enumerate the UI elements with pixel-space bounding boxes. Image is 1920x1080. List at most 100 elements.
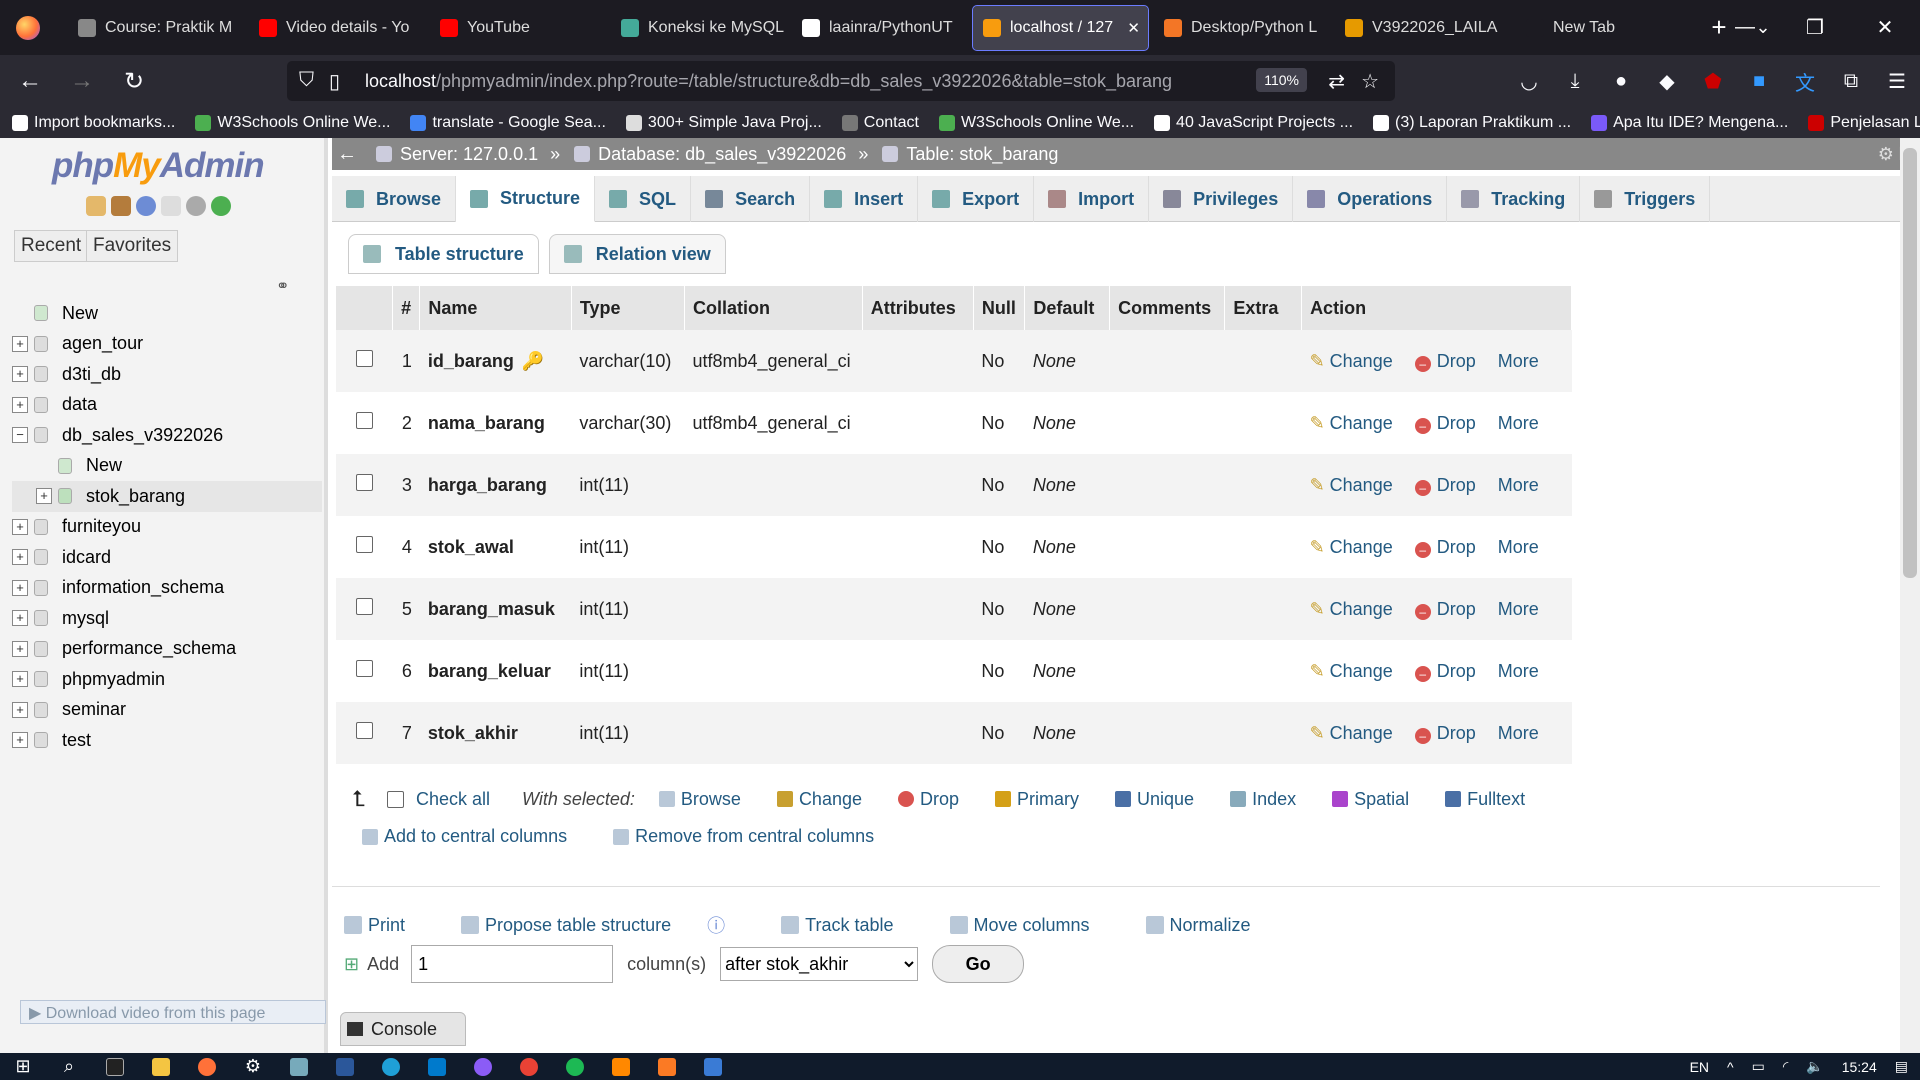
tree-item-label[interactable]: New <box>86 455 122 476</box>
bulk-index-link[interactable]: Index <box>1230 789 1296 810</box>
tab-browse[interactable]: Browse <box>332 176 457 222</box>
tree-item-label[interactable]: performance_schema <box>62 638 236 659</box>
change-link[interactable]: ✎ Change <box>1310 475 1393 495</box>
tree-item[interactable]: + d3ti_db <box>12 359 322 390</box>
bulk-fulltext-link[interactable]: Fulltext <box>1445 789 1525 810</box>
expand-plus-icon[interactable]: + <box>12 671 28 688</box>
drop-link[interactable]: – Drop <box>1414 413 1476 434</box>
windows-start-icon[interactable]: ⊞ <box>0 1053 46 1080</box>
app-icon[interactable] <box>690 1053 736 1080</box>
print-link[interactable]: Print <box>344 912 433 938</box>
battery-icon[interactable]: ▭ <box>1752 1058 1765 1075</box>
browser-tab[interactable]: localhost / 127 ✕ <box>972 4 1149 51</box>
bookmark-star-icon[interactable]: ☆ <box>1361 69 1379 94</box>
browser-tab[interactable]: Video details - Yo <box>249 6 424 50</box>
scrollbar-thumb[interactable] <box>1903 148 1917 578</box>
tab-export[interactable]: Export <box>918 176 1035 222</box>
tab-tracking[interactable]: Tracking <box>1447 176 1581 222</box>
back-arrow-icon[interactable]: ← <box>8 61 52 101</box>
check-all-label[interactable]: Check all <box>416 789 490 810</box>
discord-icon[interactable] <box>460 1053 506 1080</box>
home-icon[interactable] <box>86 196 106 216</box>
breadcrumb-server[interactable]: Server: 127.0.0.1 <box>400 144 538 165</box>
firefox-menu-icon[interactable] <box>0 0 56 55</box>
more-dropdown[interactable]: More <box>1498 661 1539 681</box>
normalize-link[interactable]: Normalize <box>1145 912 1279 938</box>
column-name[interactable]: barang_keluar <box>428 661 551 681</box>
browser-tab[interactable]: Course: Praktik M <box>68 6 243 50</box>
bookmark-item[interactable]: 40 JavaScript Projects ... <box>1154 114 1353 132</box>
wifi-icon[interactable]: ◜ <box>1783 1058 1788 1075</box>
favorites-tab[interactable]: Favorites <box>86 230 179 262</box>
extension-blue-icon[interactable]: ■ <box>1736 70 1782 93</box>
row-checkbox[interactable] <box>355 722 373 739</box>
tree-item-label[interactable]: d3ti_db <box>62 364 121 385</box>
edge-icon[interactable] <box>368 1053 414 1080</box>
bulk-primary-link[interactable]: Primary <box>995 789 1079 810</box>
row-checkbox[interactable] <box>355 350 373 367</box>
browser-tab[interactable]: V3922026_LAILA <box>1335 6 1510 50</box>
more-dropdown[interactable]: More <box>1498 599 1539 619</box>
tab-search[interactable]: Search <box>691 176 811 222</box>
tree-item-label[interactable]: idcard <box>62 547 111 568</box>
expand-plus-icon[interactable]: + <box>12 732 28 749</box>
tree-item[interactable]: + idcard <box>12 542 322 573</box>
tab-import[interactable]: Import <box>1034 176 1150 222</box>
more-dropdown[interactable]: More <box>1498 723 1539 743</box>
tree-item[interactable]: + mysql <box>12 603 322 634</box>
xampp-icon[interactable] <box>644 1053 690 1080</box>
change-link[interactable]: ✎ Change <box>1310 351 1393 371</box>
minimize-button[interactable]: — <box>1710 0 1780 55</box>
column-position-select[interactable]: after stok_akhir <box>720 947 919 981</box>
restore-button[interactable]: ❐ <box>1780 0 1850 55</box>
tree-item-label[interactable]: information_schema <box>62 577 224 598</box>
bookmark-item[interactable]: Contact <box>841 114 919 132</box>
page-scrollbar[interactable] <box>1900 138 1920 1053</box>
tree-item[interactable]: + stok_barang <box>12 481 322 512</box>
bulk-spatial-link[interactable]: Spatial <box>1332 789 1409 810</box>
expand-plus-icon[interactable]: + <box>12 396 28 413</box>
tree-item-label[interactable]: data <box>62 394 97 415</box>
drop-link[interactable]: – Drop <box>1414 723 1476 744</box>
more-dropdown[interactable]: More <box>1498 537 1539 557</box>
bookmark-item[interactable]: Import bookmarks... <box>12 114 175 132</box>
change-link[interactable]: ✎ Change <box>1310 599 1393 619</box>
recent-tab[interactable]: Recent <box>14 230 89 262</box>
zoom-level-badge[interactable]: 110% <box>1256 68 1307 92</box>
tree-item-label[interactable]: New <box>62 303 98 324</box>
tree-item[interactable]: + information_schema <box>12 573 322 604</box>
help-icon[interactable] <box>136 196 156 216</box>
add-column-count-input[interactable] <box>411 945 614 983</box>
tree-item[interactable]: + seminar <box>12 695 322 726</box>
expand-plus-icon[interactable]: + <box>12 701 28 718</box>
downloads-icon[interactable]: ⤓ <box>1552 70 1598 93</box>
breadcrumb-table[interactable]: Table: stok_barang <box>906 144 1058 165</box>
tree-item[interactable]: + phpmyadmin <box>12 664 322 695</box>
vscode-icon[interactable] <box>414 1053 460 1080</box>
tree-item[interactable]: + data <box>12 390 322 421</box>
row-checkbox[interactable] <box>355 660 373 677</box>
tree-item-label[interactable]: test <box>62 730 91 751</box>
row-checkbox[interactable] <box>355 536 373 553</box>
tab-triggers[interactable]: Triggers <box>1580 176 1711 222</box>
tree-item-label[interactable]: stok_barang <box>86 486 185 507</box>
more-dropdown[interactable]: More <box>1498 413 1539 433</box>
bulk-browse-link[interactable]: Browse <box>658 789 741 810</box>
word-icon[interactable] <box>322 1053 368 1080</box>
phpmyadmin-logo[interactable]: phpMyAdmin <box>52 146 265 186</box>
settings-taskbar-icon[interactable]: ⚙ <box>230 1053 276 1080</box>
collapse-minus-icon[interactable]: − <box>12 427 28 444</box>
tree-item[interactable]: New <box>12 451 322 482</box>
expand-plus-icon[interactable]: + <box>12 579 28 596</box>
terminal-icon[interactable] <box>92 1053 138 1080</box>
console-toggle[interactable]: Console <box>340 1012 466 1046</box>
vlc-icon[interactable] <box>598 1053 644 1080</box>
more-dropdown[interactable]: More <box>1498 475 1539 495</box>
bulk-drop-link[interactable]: Drop <box>898 789 959 810</box>
file-explorer-icon[interactable] <box>138 1053 184 1080</box>
change-link[interactable]: ✎ Change <box>1310 661 1393 681</box>
notepad-icon[interactable] <box>276 1053 322 1080</box>
tab-sql[interactable]: SQL <box>595 176 692 222</box>
bulk-unique-link[interactable]: Unique <box>1115 789 1194 810</box>
drop-link[interactable]: – Drop <box>1414 661 1476 682</box>
